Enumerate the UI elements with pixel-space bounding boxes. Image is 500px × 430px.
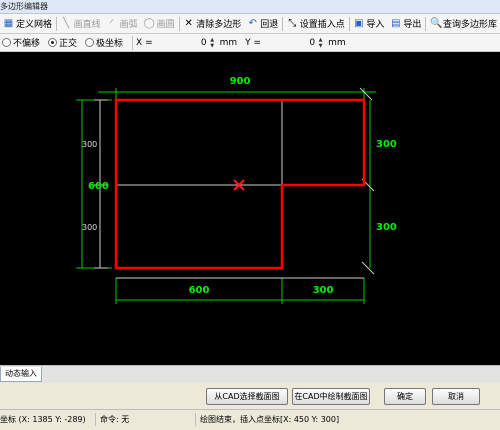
dim-left-upper-text: 300 [82,140,97,149]
dim-top-text: 900 [230,76,251,87]
x-unit: mm [219,37,238,48]
dim-right-upper-text: 300 [376,139,397,150]
y-unit: mm [328,37,346,48]
clear-polygon-button[interactable]: ✕ 清除多边形 [180,15,244,32]
options-divider [132,35,134,50]
arc-icon: ◜ [110,18,115,29]
export-button[interactable]: ▤ 导出 [387,15,424,32]
window-title: 多边形编辑器 [0,2,48,11]
y-label: Y = [245,37,262,48]
line-icon: ╲ [63,18,70,29]
toolbar-divider [56,16,57,31]
reference-lines [94,87,375,279]
export-label: 导出 [403,20,422,30]
draw-circle-label: 画圆 [156,20,175,30]
x-label: X = [136,37,153,48]
toolbar-divider [348,16,350,31]
query-library-button[interactable]: 🔍 查询多边形库 [427,15,500,32]
draw-line-button[interactable]: ╲ 画直线 [58,15,104,32]
drawing-svg: 900 600 300 300 300 300 600 300 [76,76,397,304]
toolbar-divider [282,16,283,31]
x-spinner[interactable]: ▲ ▼ [209,37,216,49]
radio-circle [2,38,11,47]
dim-left-total-text: 600 [88,181,109,192]
status-divider [95,413,96,426]
draw-in-cad-label: 在CAD中绘制截面图 [294,392,368,401]
action-bar: 从CAD选择截面图 在CAD中绘制截面图 确定 取消 [0,383,500,409]
mode-orthogonal-label: 正交 [59,39,78,49]
undo-icon: ↶ [248,18,257,29]
define-grid-label: 定义网格 [16,20,53,30]
tab-dynamic-input-label: 动态输入 [5,369,37,378]
confirm-button[interactable]: 确定 [384,388,426,405]
select-from-cad-label: 从CAD选择截面图 [214,392,280,401]
status-coord: 坐标 (X: 1385 Y: -289) [0,415,86,424]
tab-dynamic-input[interactable]: 动态输入 [0,367,42,382]
x-value: 0 [200,37,207,48]
insert-point-icon: ⤡ [288,18,297,29]
status-message: 绘图结束，插入点坐标[X: 450 Y: 300] [200,415,340,424]
mode-orthogonal-radio[interactable]: 正交 [48,36,77,49]
cancel-label: 取消 [448,392,464,401]
set-insert-point-button[interactable]: ⤡ 设置插入点 [284,15,348,32]
import-icon: ▣ [354,18,364,29]
dimension-lines [76,88,376,304]
status-divider [195,413,196,426]
dim-left-lower-text: 300 [82,223,97,232]
status-bar: 坐标 (X: 1385 Y: -289) 命令: 无 绘图结束，插入点坐标[X:… [0,409,500,430]
undo-label: 回退 [260,20,279,30]
dim-right-lower-text: 300 [376,222,397,233]
tick-mark [359,87,373,101]
mode-no-offset-radio[interactable]: 不偏移 [2,36,40,49]
y-spinner[interactable]: ▲ ▼ [317,37,324,49]
clear-polygon-label: 清除多边形 [196,20,242,30]
import-button[interactable]: ▣ 导入 [350,15,387,32]
grid-icon: ▦ [3,18,14,29]
select-from-cad-button[interactable]: 从CAD选择截面图 [206,388,288,405]
query-library-label: 查询多边形库 [442,20,497,30]
draw-line-label: 画直线 [73,20,101,30]
set-insert-point-label: 设置插入点 [299,20,345,30]
define-grid-button[interactable]: ▦ 定义网格 [0,15,55,32]
confirm-label: 确定 [397,392,413,401]
dim-bottom-right-text: 300 [313,285,334,296]
clear-icon: ✕ [184,18,193,29]
window-titlebar: 多边形编辑器 [0,0,500,14]
bottom-tab-strip: 动态输入 [0,365,500,383]
draw-circle-button[interactable]: ◯ 画圆 [141,15,178,32]
search-icon: 🔍 [429,18,443,29]
mode-no-offset-label: 不偏移 [13,39,41,49]
export-icon: ▤ [391,18,401,29]
import-label: 导入 [366,20,385,30]
radio-circle [85,38,95,47]
mode-polar-radio[interactable]: 极坐标 [85,36,123,49]
mode-polar-label: 极坐标 [96,39,124,49]
radio-circle-selected [48,38,58,47]
y-value: 0 [309,37,316,48]
draw-in-cad-button[interactable]: 在CAD中绘制截面图 [292,388,370,405]
y-input[interactable]: 0 [265,37,315,48]
status-command: 命令: 无 [100,415,130,424]
drawing-canvas[interactable]: 900 600 300 300 300 300 600 300 [0,52,500,365]
dim-bottom-left-text: 600 [189,285,210,296]
options-bar: 不偏移 正交 极坐标 X = 0 ▲ ▼ mm Y = 0 ▲ ▼ mm [0,34,500,52]
undo-button[interactable]: ↶ 回退 [244,15,281,32]
toolbar-divider [178,16,180,31]
x-input[interactable]: 0 [157,37,207,48]
cancel-button[interactable]: 取消 [432,388,480,405]
toolbar-divider [425,16,426,31]
tick-mark [361,261,375,275]
draw-arc-label: 画弧 [119,20,138,30]
draw-arc-button[interactable]: ◜ 画弧 [104,15,141,32]
toolbar: ▦ 定义网格 ╲ 画直线 ◜ 画弧 ◯ 画圆 ✕ 清除多边形 ↶ 回退 ⤡ 设置… [0,14,500,34]
circle-icon: ◯ [143,18,155,29]
